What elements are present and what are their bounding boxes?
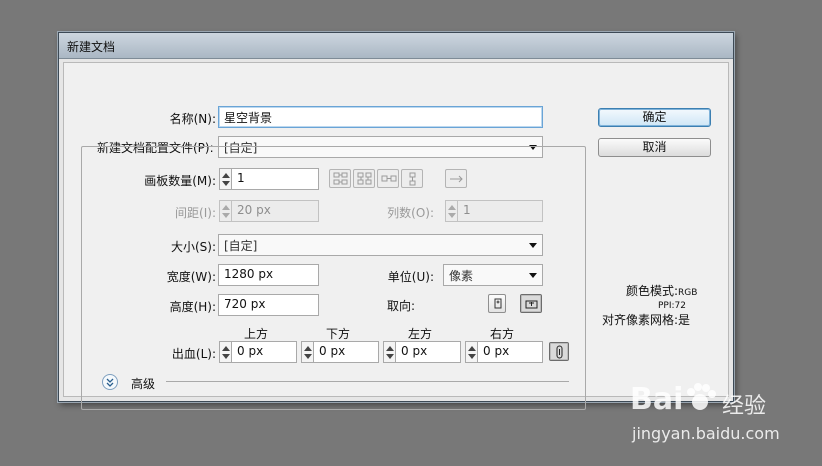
- columns-label: 列数(O):: [387, 206, 434, 220]
- dialog-title: 新建文档: [67, 40, 116, 54]
- grid-by-column-icon[interactable]: [353, 169, 375, 188]
- spacing-spinner[interactable]: [219, 200, 231, 222]
- bleed-right-input[interactable]: 0 px: [477, 341, 543, 363]
- align-pixel-grid-info: 对齐像素网格:是: [602, 311, 690, 328]
- align-pixel-grid-label: 对齐像素网格:: [602, 313, 679, 327]
- bleed-bottom-header: 下方: [326, 327, 351, 341]
- units-label: 单位(U):: [387, 270, 434, 284]
- units-select[interactable]: 像素: [443, 264, 543, 286]
- bleed-right-header: 右方: [490, 327, 515, 341]
- name-label: 名称(N):: [169, 112, 216, 126]
- columns-spinner[interactable]: [445, 200, 457, 222]
- color-mode-label: 颜色模式:: [626, 284, 679, 298]
- artboards-label: 画板数量(M):: [144, 174, 216, 188]
- grid-by-row-icon[interactable]: [329, 169, 351, 188]
- bleed-bottom-input[interactable]: 0 px: [313, 341, 379, 363]
- orientation-label: 取向:: [387, 299, 416, 313]
- advanced-label[interactable]: 高级: [131, 375, 155, 392]
- bleed-top-spinner[interactable]: [219, 341, 231, 363]
- spacing-label: 间距(I):: [175, 206, 216, 220]
- dialog-body: 名称(N): 星空背景 新建文档配置文件(P): [自定] 画板数量(M): 1: [63, 62, 729, 410]
- watermark-url: jingyan.baidu.com: [632, 424, 780, 443]
- size-label: 大小(S):: [170, 240, 216, 254]
- paw-icon: [687, 383, 716, 410]
- right-to-left-icon[interactable]: [445, 169, 467, 188]
- artboards-input[interactable]: 1: [231, 168, 319, 190]
- new-document-dialog: 新建文档 名称(N): 星空背景 新建文档配置文件(P): [自定] 画板数量(…: [58, 32, 734, 410]
- portrait-icon[interactable]: [488, 294, 506, 313]
- height-label: 高度(H):: [169, 300, 216, 314]
- watermark-brand-suffix: 经验: [722, 394, 767, 419]
- size-select[interactable]: [自定]: [218, 234, 543, 256]
- width-label: 宽度(W):: [166, 270, 216, 284]
- baidu-watermark: Bai 经验 jingyan.baidu.com: [630, 378, 800, 458]
- link-icon[interactable]: [549, 342, 569, 361]
- align-pixel-grid-value: 是: [678, 313, 691, 327]
- ppi-info: PPI:72: [658, 297, 686, 311]
- columns-input[interactable]: 1: [457, 200, 543, 222]
- arrange-by-column-icon[interactable]: [401, 169, 423, 188]
- height-input[interactable]: 720 px: [218, 294, 319, 316]
- arrange-by-row-icon[interactable]: [377, 169, 399, 188]
- advanced-divider: [166, 381, 569, 382]
- bleed-left-spinner[interactable]: [383, 341, 395, 363]
- chevron-down-icon: [529, 273, 537, 278]
- landscape-icon[interactable]: [520, 294, 542, 313]
- expand-chevron-icon[interactable]: [102, 374, 118, 390]
- bleed-right-spinner[interactable]: [465, 341, 477, 363]
- units-select-value: 像素: [449, 269, 474, 283]
- size-select-value: [自定]: [224, 239, 258, 253]
- watermark-brand: Bai: [630, 382, 684, 417]
- bleed-top-input[interactable]: 0 px: [231, 341, 297, 363]
- chevron-down-icon: [529, 243, 537, 248]
- spacing-input[interactable]: 20 px: [231, 200, 319, 222]
- ppi-value: 72: [674, 301, 686, 311]
- bleed-label: 出血(L):: [171, 347, 216, 361]
- bleed-bottom-spinner[interactable]: [301, 341, 313, 363]
- artboards-spinner[interactable]: [219, 168, 231, 190]
- ok-button[interactable]: 确定: [598, 108, 711, 127]
- bleed-left-header: 左方: [408, 327, 433, 341]
- bleed-top-header: 上方: [244, 327, 269, 341]
- width-input[interactable]: 1280 px: [218, 264, 319, 286]
- cancel-button[interactable]: 取消: [598, 138, 711, 157]
- bleed-left-input[interactable]: 0 px: [395, 341, 461, 363]
- dialog-titlebar[interactable]: 新建文档: [59, 33, 733, 59]
- ppi-label: PPI:: [658, 301, 675, 311]
- name-input[interactable]: 星空背景: [218, 106, 543, 128]
